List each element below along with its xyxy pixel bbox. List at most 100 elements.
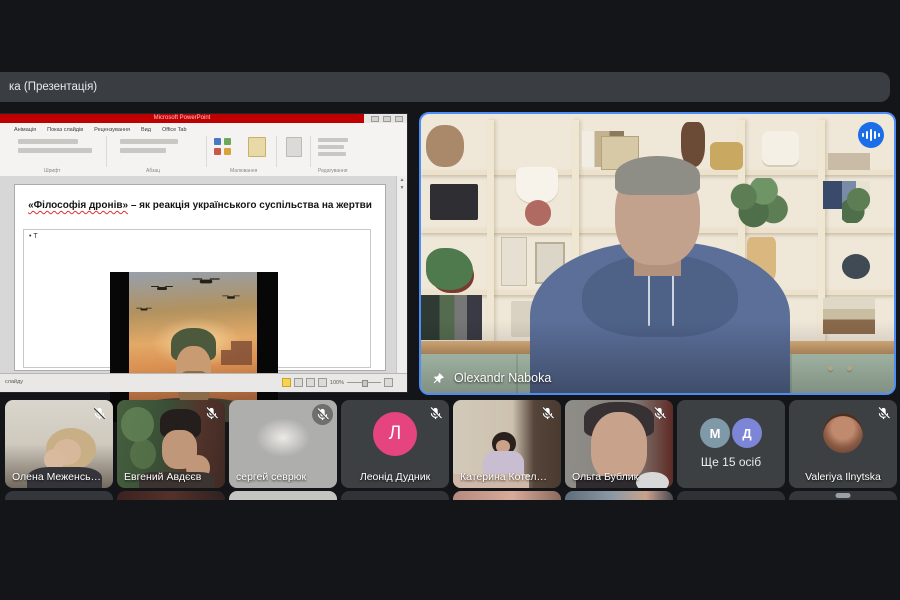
participant-tile-olena[interactable]: Олена Меженсь…: [5, 400, 113, 488]
normal-view-icon: [281, 378, 291, 387]
partial-tile: [229, 491, 337, 500]
decor-orb: [841, 253, 871, 279]
ribbon-group-label: Шрифт: [44, 168, 61, 174]
participant-tile-overflow[interactable]: М Д Ще 15 осіб: [677, 400, 785, 488]
screenshare-powerpoint: Microsoft PowerPoint Анімація Показ слай…: [0, 114, 407, 422]
more-participants-label: Ще 15 осіб: [700, 455, 762, 469]
ppt-vertical-scrollbar: ▲ ▼: [396, 176, 407, 374]
decor-rock: [425, 125, 464, 167]
ppt-tab: Анімація: [14, 127, 37, 133]
ribbon-separator: [276, 136, 277, 167]
window-maximize-icon: [383, 115, 391, 122]
ppt-tab: Вид: [141, 127, 151, 133]
partial-tile: [453, 491, 561, 500]
partial-tile: [789, 491, 897, 500]
ppt-ribbon: Анімація Показ слайдів Рецензування Вид …: [0, 123, 407, 177]
ribbon-shapes-icon: [214, 148, 221, 155]
ribbon-shapes-icon: [214, 138, 221, 145]
avatar-top-sliver: [835, 493, 851, 498]
ribbon-font-controls: [18, 148, 92, 153]
speaker-name-plate: Olexandr Naboka: [432, 371, 551, 385]
slide-title: «Філософія дронів» – як реакція українсь…: [27, 199, 373, 214]
mic-off-icon: [429, 407, 442, 420]
partial-tile: [677, 491, 785, 500]
audio-bar: [870, 129, 872, 141]
participant-avatar: М: [700, 418, 730, 448]
ppt-tab: Office Tab: [161, 127, 187, 133]
participant-tile-sergey[interactable]: сергей севрюк: [229, 400, 337, 488]
blurred-content: [256, 417, 310, 458]
ribbon-find-controls: [318, 152, 346, 156]
ribbon-quickstyles-button: [286, 137, 302, 157]
eucalyptus-plant: [723, 178, 790, 240]
partial-tile: [565, 491, 673, 500]
ppt-status-text: слайду: [5, 379, 24, 385]
presentation-share-bar[interactable]: ка (Презентація): [0, 72, 890, 102]
overflow-avatars: М Д: [700, 418, 762, 448]
mic-off-icon: [877, 407, 890, 420]
drone-icon: [227, 296, 236, 299]
window-minimize-icon: [371, 115, 379, 122]
hoodie-drawstring: [671, 273, 674, 327]
slideshow-view-icon: [317, 378, 327, 387]
speaker-name: Olexandr Naboka: [454, 371, 552, 385]
participant-strip: Олена Меженсь… Евгений Авдєєв сергей сев…: [5, 400, 897, 488]
presentation-share-label: ка (Презентація): [9, 81, 98, 93]
audio-activity-indicator: [858, 122, 884, 148]
slide-title-rest: – як реакція українського суспільства на…: [128, 200, 372, 211]
participant-name: Катерина Котел…: [460, 471, 548, 483]
ppt-titlebar: Microsoft PowerPoint: [0, 114, 364, 123]
drone-icon: [140, 308, 148, 311]
partial-tile: [117, 491, 225, 500]
plant: [425, 247, 474, 290]
plant: [121, 407, 154, 443]
ppt-ribbon-tabs: Анімація Показ слайдів Рецензування Вид …: [0, 123, 407, 135]
drone-icon: [157, 287, 168, 290]
mic-off-icon: [653, 407, 666, 420]
decor-sculpture: [761, 130, 800, 167]
building-silhouette: [221, 350, 232, 365]
book-stack: [827, 153, 871, 170]
audio-bar: [866, 131, 868, 139]
ppt-slide: «Філософія дронів» – як реакція українсь…: [14, 184, 386, 422]
ribbon-separator: [106, 136, 107, 167]
ppt-window-controls: [364, 114, 407, 123]
mic-off-icon: [93, 407, 106, 420]
ribbon-group-label: Абзац: [146, 168, 161, 174]
pin-icon: [433, 372, 444, 383]
audio-bar: [862, 133, 864, 137]
participant-name: Евгений Авдєєв: [124, 471, 202, 483]
zoom-slider-knob: [362, 380, 368, 387]
mic-off-icon: [541, 407, 554, 420]
pinned-speaker-tile[interactable]: Olexandr Naboka: [419, 112, 896, 395]
participant-name: Леонід Дудник: [359, 471, 431, 483]
ribbon-separator: [310, 136, 311, 167]
reading-view-icon: [305, 378, 315, 387]
participant-tile-kateryna[interactable]: Катерина Котел…: [453, 400, 561, 488]
participant-tile-evgeniy[interactable]: Евгений Авдєєв: [117, 400, 225, 488]
ppt-view-controls: 100%: [281, 378, 393, 387]
sorter-view-icon: [293, 378, 303, 387]
building-silhouette: [231, 341, 252, 365]
lamp-base: [525, 200, 552, 226]
ribbon-arrange-button: [248, 137, 266, 157]
ribbon-group-label: Редагування: [318, 168, 348, 174]
participant-avatar: Д: [732, 418, 762, 448]
participant-name: Олена Меженсь…: [12, 471, 102, 483]
participant-tile-leonid[interactable]: Л Леонід Дудник: [341, 400, 449, 488]
decor-basket: [709, 141, 743, 170]
ppt-slide-area: «Філософія дронів» – як реакція українсь…: [0, 176, 407, 422]
participant-tile-olga[interactable]: Ольга Бублик: [565, 400, 673, 488]
ribbon-separator: [206, 136, 207, 167]
participant-name: Valeriya Ilnytska: [805, 471, 881, 483]
drone-icon: [199, 279, 212, 283]
participant-avatar: Л: [373, 412, 417, 456]
ribbon-font-controls: [18, 139, 78, 144]
books-upright: [501, 236, 528, 287]
hoodie-drawstring: [648, 273, 651, 327]
audio-bar: [874, 131, 876, 139]
decor-frame: [430, 183, 478, 221]
speaker-hair: [614, 155, 701, 195]
ribbon-shapes-icon: [224, 148, 231, 155]
participant-tile-valeriya[interactable]: Valeriya Ilnytska: [789, 400, 897, 488]
